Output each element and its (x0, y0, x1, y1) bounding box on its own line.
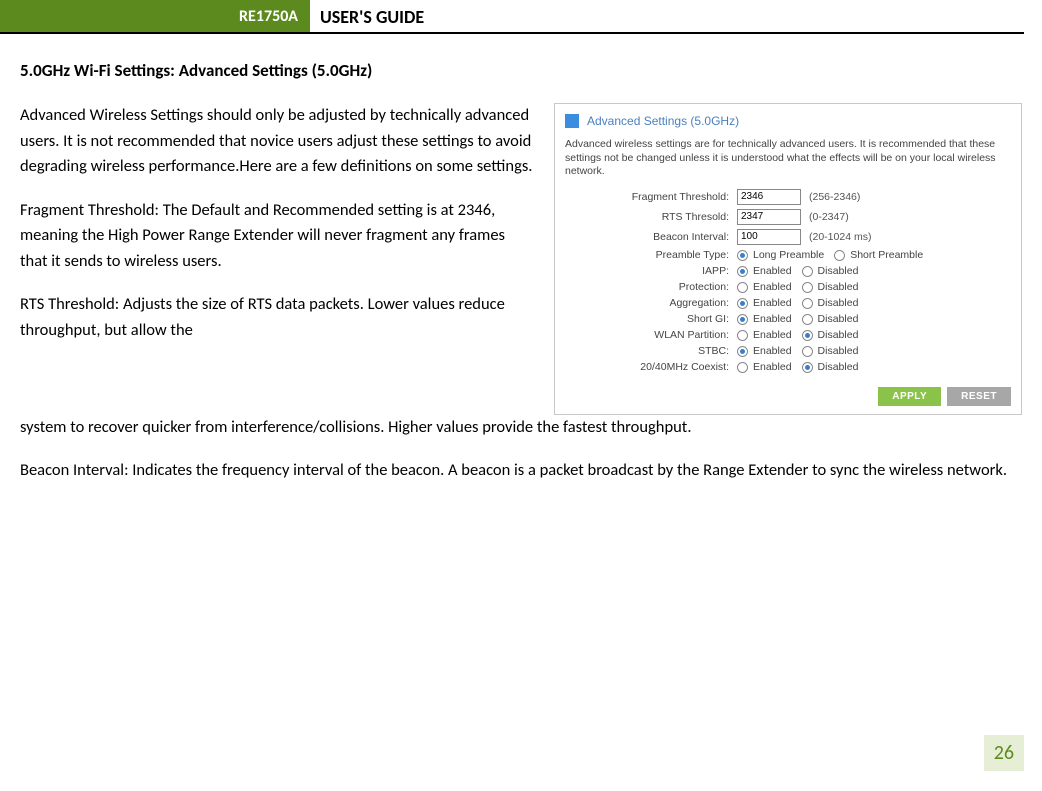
label-iapp: IAPP: (565, 265, 737, 277)
range-beacon-interval: (20-1024 ms) (809, 231, 871, 243)
row-aggregation: Aggregation: Enabled Disabled (565, 297, 1011, 309)
opt-preamble-long: Long Preamble (753, 249, 824, 261)
input-beacon-interval[interactable] (737, 229, 801, 245)
opt-coexist-enabled: Enabled (753, 361, 792, 373)
opt-coexist-disabled: Disabled (818, 361, 859, 373)
label-fragment-threshold: Fragment Threshold: (565, 191, 737, 203)
input-rts-thresold[interactable] (737, 209, 801, 225)
row-stbc: STBC: Enabled Disabled (565, 345, 1011, 357)
radio-shortgi-enabled[interactable] (737, 314, 748, 325)
opt-wlan-disabled: Disabled (818, 329, 859, 341)
panel-actions: APPLY RESET (565, 387, 1011, 406)
range-rts-thresold: (0-2347) (809, 211, 849, 223)
page-number: 26 (994, 741, 1014, 765)
radio-preamble-long[interactable] (737, 250, 748, 261)
label-wlan-partition: WLAN Partition: (565, 329, 737, 341)
radio-aggregation-disabled[interactable] (802, 298, 813, 309)
range-fragment-threshold: (256-2346) (809, 191, 860, 203)
opt-shortgi-enabled: Enabled (753, 313, 792, 325)
radio-stbc-disabled[interactable] (802, 346, 813, 357)
radio-preamble-short[interactable] (834, 250, 845, 261)
settings-fields: Fragment Threshold: (256-2346) RTS Thres… (565, 189, 1011, 373)
row-preamble: Preamble Type: Long Preamble Short Pream… (565, 249, 1011, 261)
radio-coexist-enabled[interactable] (737, 362, 748, 373)
label-short-gi: Short GI: (565, 313, 737, 325)
panel-header: Advanced Settings (5.0GHz) (565, 114, 1011, 128)
opt-stbc-enabled: Enabled (753, 345, 792, 357)
panel-note: Advanced wireless settings are for techn… (565, 138, 1011, 179)
opt-protection-enabled: Enabled (753, 281, 792, 293)
row-short-gi: Short GI: Enabled Disabled (565, 313, 1011, 325)
opt-aggregation-enabled: Enabled (753, 297, 792, 309)
opt-shortgi-disabled: Disabled (818, 313, 859, 325)
model-badge: RE1750A (0, 0, 310, 32)
reset-button[interactable]: RESET (947, 387, 1011, 406)
label-preamble: Preamble Type: (565, 249, 737, 261)
label-aggregation: Aggregation: (565, 297, 737, 309)
row-wlan-partition: WLAN Partition: Enabled Disabled (565, 329, 1011, 341)
paragraph-rts-a: RTS Threshold: Adjusts the size of RTS d… (20, 292, 536, 343)
opt-iapp-enabled: Enabled (753, 265, 792, 277)
label-beacon-interval: Beacon Interval: (565, 231, 737, 243)
row-fragment-threshold: Fragment Threshold: (256-2346) (565, 189, 1011, 205)
opt-iapp-disabled: Disabled (818, 265, 859, 277)
paragraph-rts-b: system to recover quicker from interfere… (20, 415, 1022, 441)
panel-title: Advanced Settings (5.0GHz) (587, 114, 739, 128)
settings-panel: Advanced Settings (5.0GHz) Advanced wire… (554, 103, 1022, 415)
paragraph-intro: Advanced Wireless Settings should only b… (20, 103, 536, 180)
radio-shortgi-disabled[interactable] (802, 314, 813, 325)
opt-wlan-enabled: Enabled (753, 329, 792, 341)
label-rts-thresold: RTS Thresold: (565, 211, 737, 223)
label-protection: Protection: (565, 281, 737, 293)
radio-protection-enabled[interactable] (737, 282, 748, 293)
input-fragment-threshold[interactable] (737, 189, 801, 205)
row-beacon-interval: Beacon Interval: (20-1024 ms) (565, 229, 1011, 245)
radio-iapp-enabled[interactable] (737, 266, 748, 277)
section-title: 5.0GHz Wi-Fi Settings: Advanced Settings… (20, 60, 1022, 81)
page-number-box: 26 (984, 735, 1024, 771)
row-iapp: IAPP: Enabled Disabled (565, 265, 1011, 277)
page-content: 5.0GHz Wi-Fi Settings: Advanced Settings… (0, 34, 1042, 484)
row-rts-thresold: RTS Thresold: (0-2347) (565, 209, 1011, 225)
radio-coexist-disabled[interactable] (802, 362, 813, 373)
apply-button[interactable]: APPLY (878, 387, 941, 406)
paragraph-fragment: Fragment Threshold: The Default and Reco… (20, 198, 536, 275)
radio-protection-disabled[interactable] (802, 282, 813, 293)
document-title: USER'S GUIDE (310, 0, 424, 32)
row-coexist: 20/40MHz Coexist: Enabled Disabled (565, 361, 1011, 373)
paragraph-beacon: Beacon Interval: Indicates the frequency… (20, 458, 1022, 484)
radio-wlan-enabled[interactable] (737, 330, 748, 341)
radio-aggregation-enabled[interactable] (737, 298, 748, 309)
radio-stbc-enabled[interactable] (737, 346, 748, 357)
text-column: Advanced Wireless Settings should only b… (20, 103, 536, 344)
radio-wlan-disabled[interactable] (802, 330, 813, 341)
opt-stbc-disabled: Disabled (818, 345, 859, 357)
label-stbc: STBC: (565, 345, 737, 357)
radio-iapp-disabled[interactable] (802, 266, 813, 277)
opt-aggregation-disabled: Disabled (818, 297, 859, 309)
panel-color-swatch (565, 114, 579, 128)
document-header: RE1750A USER'S GUIDE (0, 0, 1024, 34)
row-protection: Protection: Enabled Disabled (565, 281, 1011, 293)
opt-preamble-short: Short Preamble (850, 249, 923, 261)
label-coexist: 20/40MHz Coexist: (565, 361, 737, 373)
opt-protection-disabled: Disabled (818, 281, 859, 293)
